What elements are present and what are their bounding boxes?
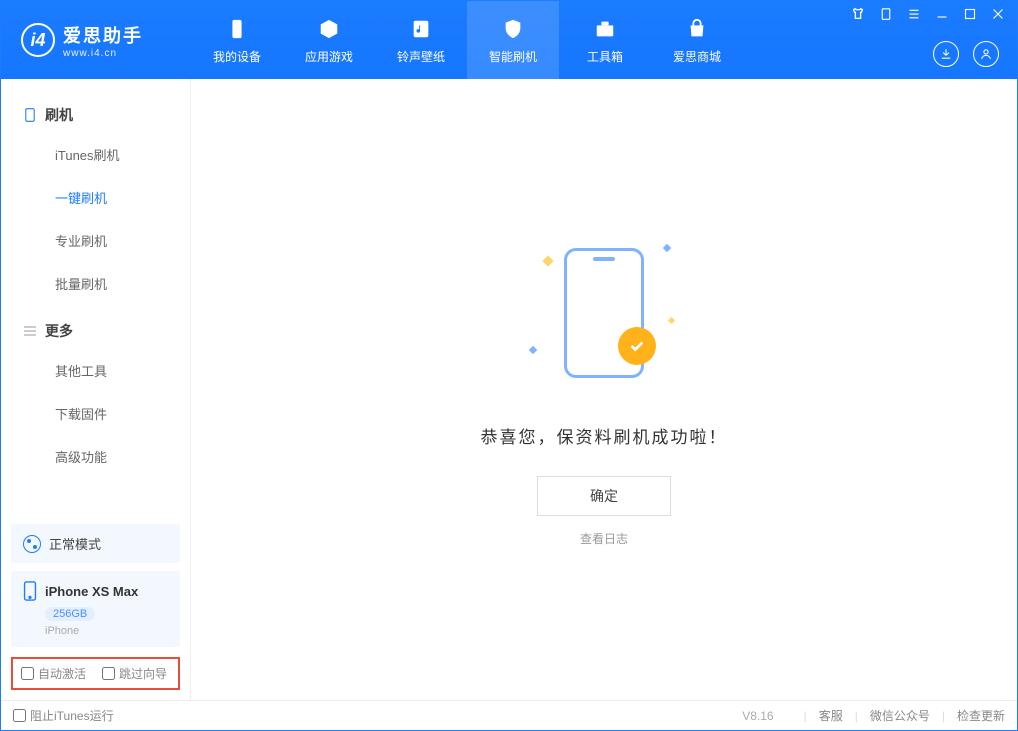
body: 刷机 iTunes刷机 一键刷机 专业刷机 批量刷机 更多 其他工具 下载固件 …: [1, 79, 1017, 700]
bag-icon: [684, 16, 710, 42]
sidebar-item-oneclick-flash[interactable]: 一键刷机: [55, 176, 190, 219]
menu-lines-icon: [23, 324, 37, 338]
minimize-icon[interactable]: [935, 7, 949, 21]
sidebar-item-itunes-flash[interactable]: iTunes刷机: [55, 133, 190, 176]
version-label: V8.16: [742, 709, 773, 723]
main-content: 恭喜您，保资料刷机成功啦！ 确定 查看日志: [191, 79, 1017, 700]
nav-label: 智能刷机: [489, 48, 537, 65]
device-capacity: 256GB: [45, 607, 95, 621]
nav-label: 铃声壁纸: [397, 48, 445, 65]
device-icon: [224, 16, 250, 42]
skip-guide-checkbox[interactable]: 跳过向导: [102, 665, 167, 682]
auto-activate-checkbox[interactable]: 自动激活: [21, 665, 86, 682]
menu-icon[interactable]: [907, 7, 921, 21]
shield-icon: [500, 16, 526, 42]
header: i4 爱思助手 www.i4.cn 我的设备 应用游戏 铃声壁纸 智能刷机 工具…: [1, 1, 1017, 79]
nav-label: 我的设备: [213, 48, 261, 65]
logo-icon: i4: [21, 23, 55, 57]
sidebar: 刷机 iTunes刷机 一键刷机 专业刷机 批量刷机 更多 其他工具 下载固件 …: [1, 79, 191, 700]
cube-icon: [316, 16, 342, 42]
sparkle-icon: [663, 243, 671, 251]
logo-cn: 爱思助手: [63, 22, 143, 48]
sidebar-items-more: 其他工具 下载固件 高级功能: [1, 349, 190, 478]
sparkle-icon: [668, 316, 675, 323]
sparkle-icon: [542, 255, 553, 266]
nav-apps[interactable]: 应用游戏: [283, 1, 375, 79]
footer-wechat[interactable]: 微信公众号: [870, 707, 930, 724]
nav-label: 工具箱: [587, 48, 623, 65]
nav-ringtones[interactable]: 铃声壁纸: [375, 1, 467, 79]
success-illustration: [524, 233, 684, 393]
music-icon: [408, 16, 434, 42]
phone-outline-icon: [23, 108, 37, 122]
sidebar-item-download-firmware[interactable]: 下载固件: [55, 392, 190, 435]
group-title: 更多: [45, 321, 73, 341]
footer-check-update[interactable]: 检查更新: [957, 707, 1005, 724]
success-text: 恭喜您，保资料刷机成功啦！: [481, 423, 728, 448]
nav-store[interactable]: 爱思商城: [651, 1, 743, 79]
mode-label: 正常模式: [49, 534, 101, 553]
window-controls: [851, 7, 1005, 21]
sparkle-icon: [529, 345, 537, 353]
logo-text: 爱思助手 www.i4.cn: [63, 22, 143, 59]
sidebar-group-more: 更多: [1, 313, 190, 349]
toolbox-icon: [592, 16, 618, 42]
maximize-icon[interactable]: [963, 7, 977, 21]
logo-en: www.i4.cn: [63, 48, 143, 59]
group-title: 刷机: [45, 105, 73, 125]
nav-label: 应用游戏: [305, 48, 353, 65]
sidebar-item-pro-flash[interactable]: 专业刷机: [55, 219, 190, 262]
nav-label: 爱思商城: [673, 48, 721, 65]
top-nav: 我的设备 应用游戏 铃声壁纸 智能刷机 工具箱 爱思商城: [191, 1, 743, 79]
block-itunes-checkbox[interactable]: 阻止iTunes运行: [13, 707, 114, 724]
check-badge-icon: [618, 327, 656, 365]
phone-icon: [23, 581, 37, 601]
sidebar-group-flash: 刷机: [1, 97, 190, 133]
download-button[interactable]: [933, 41, 959, 67]
mode-icon: [23, 535, 41, 553]
ok-button[interactable]: 确定: [537, 476, 671, 516]
options-row: 自动激活 跳过向导: [11, 657, 180, 690]
phone-icon[interactable]: [879, 7, 893, 21]
footer: 阻止iTunes运行 V8.16 | 客服 | 微信公众号 | 检查更新: [1, 700, 1017, 730]
nav-flash[interactable]: 智能刷机: [467, 1, 559, 79]
footer-support[interactable]: 客服: [819, 707, 843, 724]
tshirt-icon[interactable]: [851, 7, 865, 21]
close-icon[interactable]: [991, 7, 1005, 21]
sidebar-item-advanced[interactable]: 高级功能: [55, 435, 190, 478]
header-right: [851, 1, 1005, 79]
device-type: iPhone: [45, 625, 168, 637]
user-button[interactable]: [973, 41, 999, 67]
view-log-link[interactable]: 查看日志: [580, 530, 628, 547]
header-actions: [933, 41, 999, 67]
nav-toolbox[interactable]: 工具箱: [559, 1, 651, 79]
sidebar-item-other-tools[interactable]: 其他工具: [55, 349, 190, 392]
mode-block[interactable]: 正常模式: [11, 524, 180, 563]
device-block[interactable]: iPhone XS Max 256GB iPhone: [11, 571, 180, 647]
sidebar-items-flash: iTunes刷机 一键刷机 专业刷机 批量刷机: [1, 133, 190, 305]
logo[interactable]: i4 爱思助手 www.i4.cn: [1, 22, 191, 59]
device-name-row: iPhone XS Max: [23, 581, 168, 601]
device-name: iPhone XS Max: [45, 584, 138, 599]
nav-my-device[interactable]: 我的设备: [191, 1, 283, 79]
sidebar-item-batch-flash[interactable]: 批量刷机: [55, 262, 190, 305]
